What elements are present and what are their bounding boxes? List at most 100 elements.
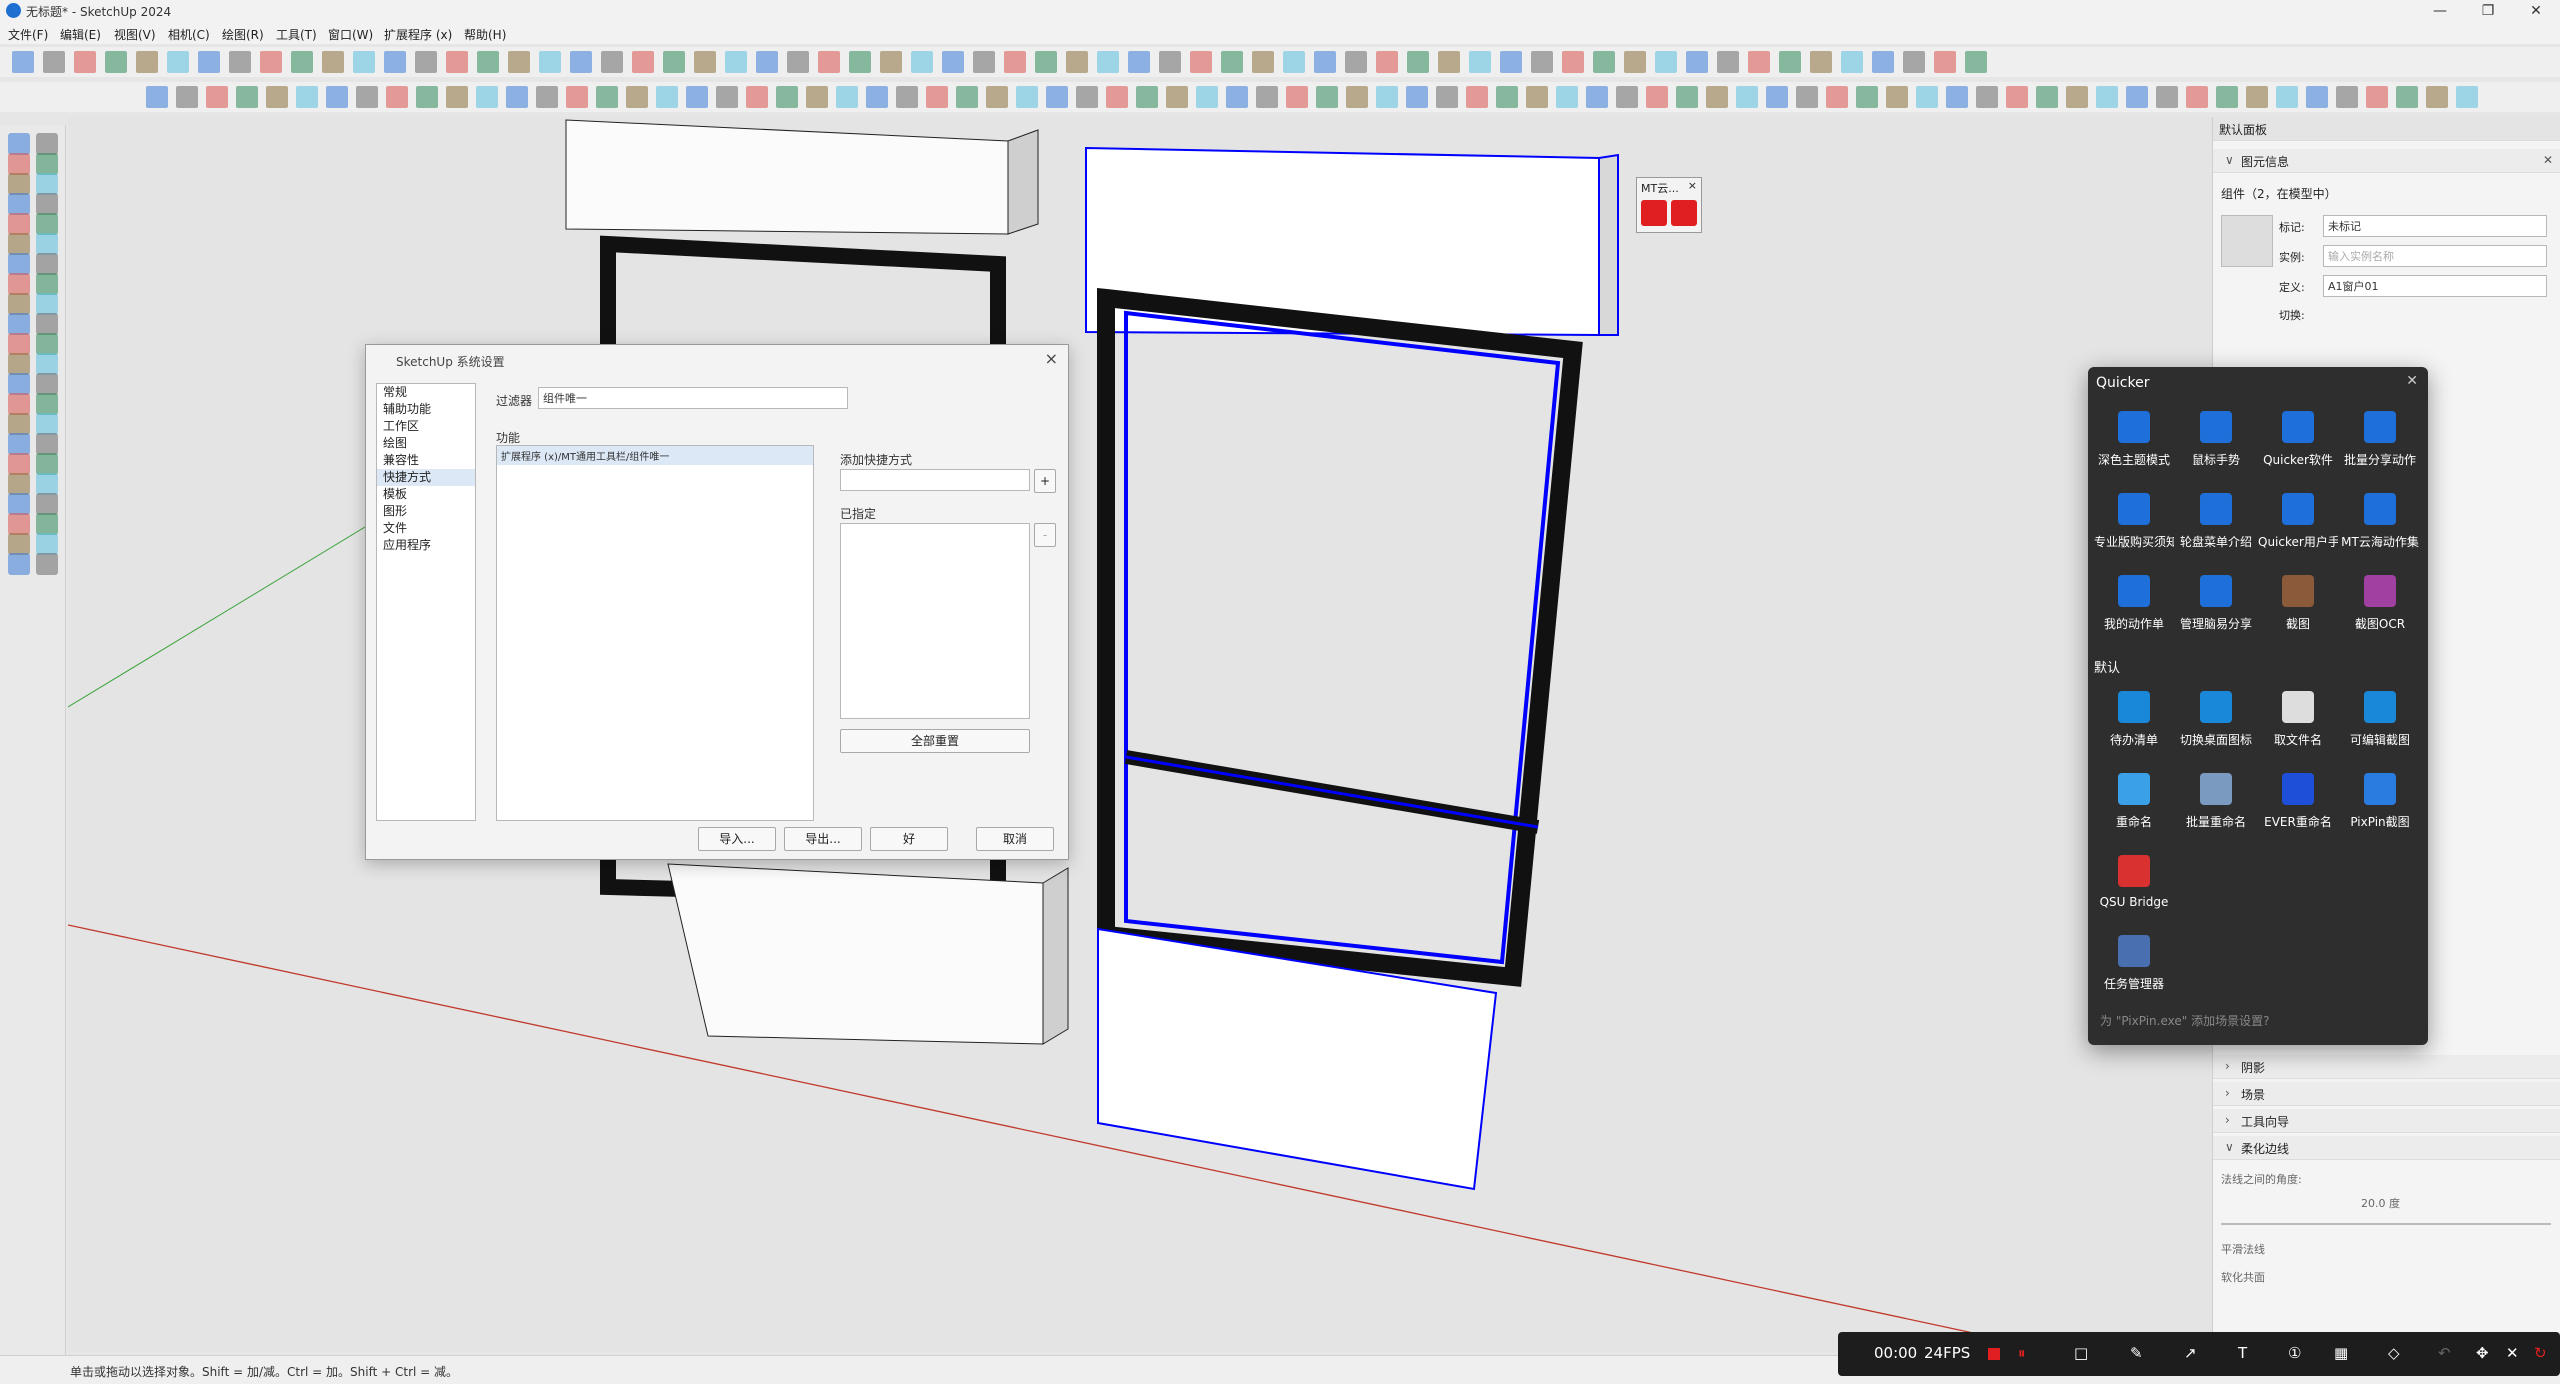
extension-tool-icon[interactable] [2366,86,2388,108]
extension-tool-icon[interactable] [266,86,288,108]
toolbar-tool-icon[interactable] [1345,51,1367,73]
extension-tool-icon[interactable] [1136,86,1158,108]
drawing-tool-icon[interactable] [8,493,30,515]
toolbar-tool-icon[interactable] [1655,51,1677,73]
toolbar-tool-icon[interactable] [1190,51,1212,73]
extension-tool-icon[interactable] [1166,86,1188,108]
pen-tool-icon[interactable]: ✎ [2130,1344,2143,1362]
dialog-close-icon[interactable]: × [1045,349,1058,368]
toolbar-tool-icon[interactable] [1841,51,1863,73]
drawing-tool-icon[interactable] [8,533,30,555]
drawing-tool-icon[interactable] [36,293,58,315]
extension-tool-icon[interactable] [1436,86,1458,108]
menu-camera[interactable]: 相机(C) [168,26,210,43]
extension-tool-icon[interactable] [2126,86,2148,108]
category-shortcuts[interactable]: 快捷方式 [377,469,475,486]
drawing-tool-icon[interactable] [8,393,30,415]
toolbar-tool-icon[interactable] [167,51,189,73]
quicker-action[interactable]: 轮盘菜单介绍 [2176,487,2256,557]
menu-window[interactable]: 窗口(W) [328,26,373,43]
shadows-row[interactable]: › 阴影 [2213,1055,2560,1079]
menu-extensions[interactable]: 扩展程序 (x) [384,26,452,43]
category-drawing[interactable]: 绘图 [377,435,475,452]
quicker-action[interactable]: 批量重命名 [2176,767,2256,837]
instance-input[interactable]: 输入实例名称 [2323,245,2547,267]
drawing-tool-icon[interactable] [36,133,58,155]
extension-tool-icon[interactable] [506,86,528,108]
toolbar-tool-icon[interactable] [353,51,375,73]
extension-tool-icon[interactable] [566,86,588,108]
restart-icon[interactable]: ↻ [2534,1344,2547,1362]
extension-tool-icon[interactable] [1616,86,1638,108]
toolbar-tool-icon[interactable] [1159,51,1181,73]
extension-tool-icon[interactable] [1406,86,1428,108]
toolbar-tool-icon[interactable] [694,51,716,73]
quicker-action[interactable]: 截图 [2258,569,2338,639]
undo-icon[interactable]: ↶ [2438,1344,2451,1362]
toolbar-tool-icon[interactable] [136,51,158,73]
arrow-tool-icon[interactable]: ↗ [2184,1344,2197,1362]
extension-tool-icon[interactable] [476,86,498,108]
drawing-tool-icon[interactable] [8,413,30,435]
extension-tool-icon[interactable] [1376,86,1398,108]
ok-button[interactable]: 好 [870,827,948,851]
drawing-tool-icon[interactable] [36,193,58,215]
mt-home-icon[interactable] [1671,200,1697,226]
drawing-tool-icon[interactable] [36,253,58,275]
category-accessibility[interactable]: 辅助功能 [377,401,475,418]
toolbar-tool-icon[interactable] [1624,51,1646,73]
extension-tool-icon[interactable] [626,86,648,108]
drawing-tool-icon[interactable] [36,553,58,575]
extension-tool-icon[interactable] [446,86,468,108]
quicker-action[interactable]: 取文件名 [2258,685,2338,755]
toolbar-tool-icon[interactable] [1128,51,1150,73]
drawing-tool-icon[interactable] [36,393,58,415]
assigned-list[interactable] [840,523,1030,719]
drawing-tool-icon[interactable] [36,173,58,195]
toolbar-tool-icon[interactable] [74,51,96,73]
quicker-action[interactable]: 待办清单 [2094,685,2174,755]
extension-tool-icon[interactable] [746,86,768,108]
drawing-tool-icon[interactable] [36,453,58,475]
extension-tool-icon[interactable] [2426,86,2448,108]
toolbar-tool-icon[interactable] [1035,51,1057,73]
reset-all-button[interactable]: 全部重置 [840,729,1030,753]
minimize-icon[interactable]: — [2416,0,2464,22]
extension-tool-icon[interactable] [1706,86,1728,108]
category-general[interactable]: 常规 [377,384,475,401]
extension-tool-icon[interactable] [416,86,438,108]
drawing-tool-icon[interactable] [36,273,58,295]
extension-tool-icon[interactable] [1886,86,1908,108]
definition-input[interactable]: A1窗户01 [2323,275,2547,297]
drawing-tool-icon[interactable] [36,213,58,235]
add-shortcut-input[interactable] [840,469,1030,491]
extension-tool-icon[interactable] [2246,86,2268,108]
soften-coplanar-checkbox[interactable]: 软化共面 [2221,1269,2265,1285]
extension-tool-icon[interactable] [2216,86,2238,108]
extension-tool-icon[interactable] [1586,86,1608,108]
toolbar-tool-icon[interactable] [787,51,809,73]
toolbar-tool-icon[interactable] [1469,51,1491,73]
toolbar-tool-icon[interactable] [725,51,747,73]
toolbar-tool-icon[interactable] [229,51,251,73]
toolbar-tool-icon[interactable] [1438,51,1460,73]
menu-tools[interactable]: 工具(T) [276,26,317,43]
toolbar-tool-icon[interactable] [880,51,902,73]
toolbar-tool-icon[interactable] [663,51,685,73]
extension-tool-icon[interactable] [2036,86,2058,108]
toolbar-tool-icon[interactable] [1748,51,1770,73]
close-icon[interactable]: ✕ [2512,0,2560,22]
normal-angle-slider[interactable] [2221,1223,2551,1225]
toolbar-tool-icon[interactable] [322,51,344,73]
toolbar-tool-icon[interactable] [973,51,995,73]
drawing-tool-icon[interactable] [36,493,58,515]
quicker-action[interactable]: 可编辑截图 [2340,685,2420,755]
drawing-tool-icon[interactable] [8,473,30,495]
mt-popup-close-icon[interactable]: × [1688,179,1697,192]
add-shortcut-button[interactable]: + [1034,469,1056,493]
toolbar-tool-icon[interactable] [1314,51,1336,73]
counter-tool-icon[interactable]: ① [2288,1344,2301,1362]
toolbar-tool-icon[interactable] [198,51,220,73]
extension-tool-icon[interactable] [206,86,228,108]
extension-tool-icon[interactable] [1556,86,1578,108]
